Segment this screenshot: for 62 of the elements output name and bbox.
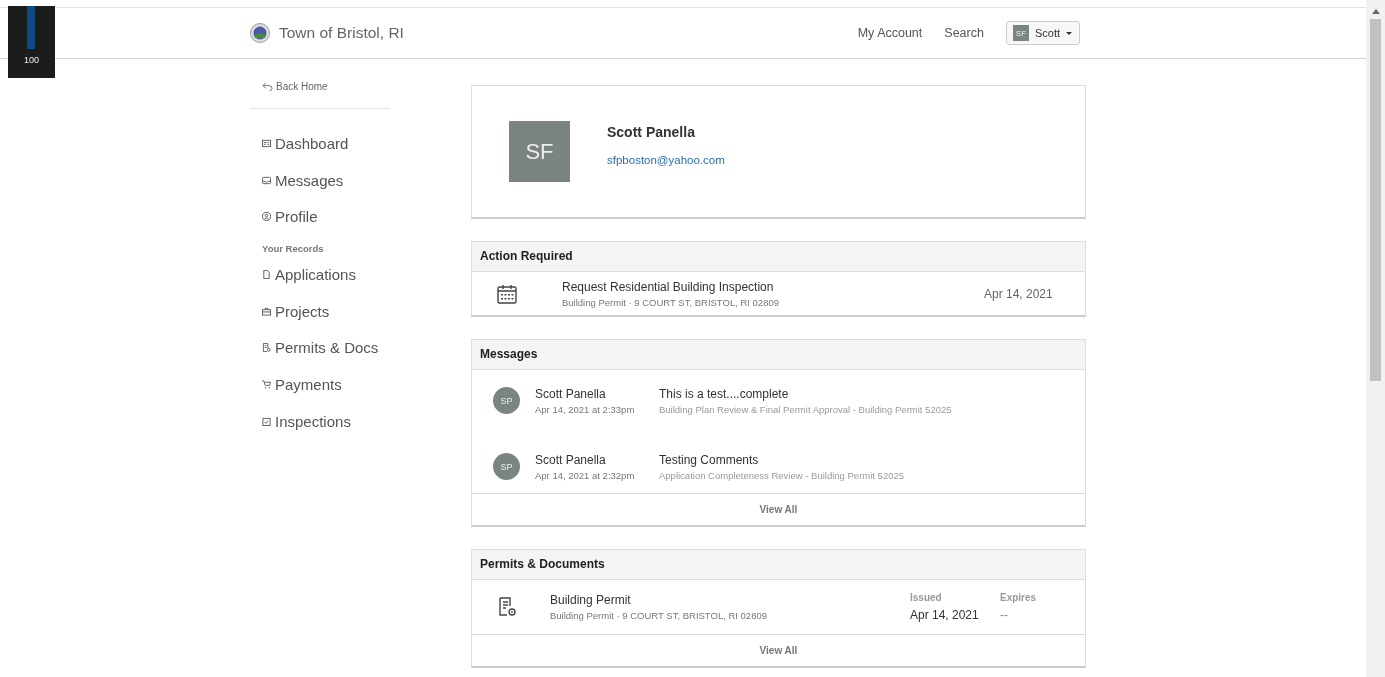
- sidebar-item[interactable]: Permits & Docs: [262, 329, 390, 367]
- calendar-icon: [497, 283, 517, 304]
- meter-reading: 100: [24, 55, 39, 65]
- document-gear-icon: [497, 597, 517, 617]
- panel-heading: Action Required: [472, 242, 1085, 272]
- sidebar-item[interactable]: Applications: [262, 256, 390, 293]
- clipboard-check-icon: [262, 416, 271, 426]
- scroll-up-icon[interactable]: [1371, 9, 1380, 14]
- back-home-link[interactable]: Back Home: [262, 79, 390, 93]
- sidebar-item[interactable]: Messages: [262, 161, 390, 199]
- message-context: Building Plan Review & Final Permit Approval - Building Permit 52025: [659, 403, 952, 415]
- cart-icon: [262, 379, 271, 389]
- permit-subtitle: Building Permit · 9 COURT ST, BRISTOL, RI 02809: [550, 610, 768, 621]
- sender-name: Scott Panella: [535, 452, 607, 467]
- scrollbar-thumb[interactable]: [1370, 19, 1381, 381]
- sidebar-item[interactable]: Inspections: [262, 402, 390, 440]
- user-name: Scott: [1034, 27, 1060, 39]
- profile-avatar: SF: [509, 121, 570, 182]
- sidebar-item[interactable]: Payments: [262, 366, 390, 403]
- town-name[interactable]: Town of Bristol, RI: [279, 24, 404, 42]
- message-subject-link[interactable]: This is a test....complete: [659, 386, 952, 401]
- sidebar-item[interactable]: Dashboard: [262, 125, 390, 162]
- user-circle-icon: [262, 212, 271, 222]
- user-menu-button[interactable]: SF Scott: [1005, 21, 1080, 45]
- section-label: Your Records: [262, 243, 325, 255]
- town-seal-icon: [250, 23, 270, 43]
- action-date: Apr 14, 2021: [984, 286, 1054, 301]
- message-context: Application Completeness Review - Building Permit 52025: [659, 469, 904, 481]
- email-link[interactable]: sfpboston@yahoo.com: [607, 153, 725, 166]
- view-all-link[interactable]: View All: [472, 634, 1085, 666]
- inbox-icon: [262, 175, 271, 185]
- sidebar-item[interactable]: Projects: [262, 292, 390, 330]
- permit-title-link[interactable]: Building Permit: [550, 593, 910, 607]
- document-gear-icon: [262, 343, 271, 353]
- action-subtitle: Building Permit · 9 COURT ST, BRISTOL, RI 02809: [562, 296, 780, 308]
- issued-label: Issued: [910, 592, 943, 603]
- document-icon: [262, 269, 271, 279]
- scrollbar[interactable]: [1366, 0, 1385, 677]
- dashboard-icon: [262, 138, 271, 148]
- caret-icon: [1066, 31, 1072, 35]
- panel-heading: Messages: [472, 340, 1085, 370]
- nav-link[interactable]: Search: [944, 26, 984, 40]
- meter-bar: [26, 6, 35, 49]
- sender-avatar: SP: [493, 453, 520, 480]
- back-home-label: Back Home: [276, 80, 328, 92]
- sidebar-item[interactable]: Profile: [262, 198, 390, 236]
- expires-date: --: [1000, 608, 1009, 622]
- issued-date: Apr 14, 2021: [910, 608, 980, 622]
- message-time: Apr 14, 2021 at 2:33pm: [535, 403, 636, 415]
- expires-label: Expires: [1000, 592, 1038, 603]
- briefcase-icon: [262, 306, 271, 316]
- profile-name: Scott Panella: [607, 123, 696, 140]
- message-subject-link[interactable]: Testing Comments: [659, 452, 904, 467]
- sender-avatar: SP: [493, 387, 520, 414]
- sender-name: Scott Panella: [535, 386, 607, 401]
- user-avatar: SF: [1012, 25, 1029, 41]
- nav-link[interactable]: My Account: [857, 26, 923, 40]
- action-title-link[interactable]: Request Residential Building Inspection: [562, 279, 984, 294]
- panel-heading: Permits & Documents: [472, 550, 1085, 580]
- message-time: Apr 14, 2021 at 2:32pm: [535, 469, 636, 481]
- view-all-link[interactable]: View All: [472, 493, 1085, 525]
- back-arrow-icon: [262, 81, 273, 91]
